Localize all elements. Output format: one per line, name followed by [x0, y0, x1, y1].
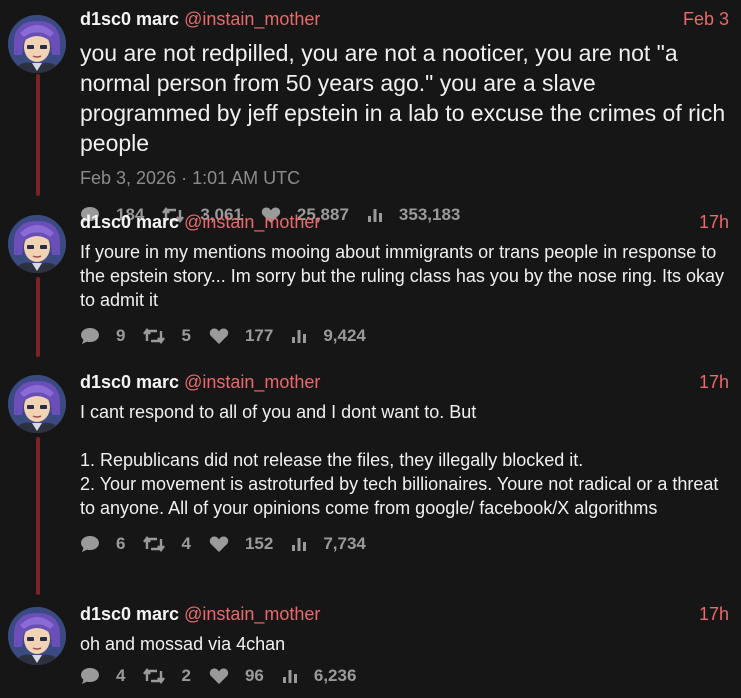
view-count: 7,734	[323, 534, 366, 553]
tweet-time[interactable]: 17h	[699, 604, 729, 625]
author-name[interactable]: d1sc0 marc	[80, 9, 179, 29]
tweet-time[interactable]: 17h	[699, 372, 729, 393]
thread-line	[36, 74, 40, 196]
reply-count: 6	[116, 534, 126, 553]
views-icon	[282, 668, 306, 684]
tweet: d1sc0 marc @instain_mother 17h I cant res…	[80, 372, 729, 554]
tweet-stats: 6 4 152 7,734	[80, 534, 729, 554]
author-handle[interactable]: @instain_mother	[184, 9, 320, 29]
like-count: 177	[244, 326, 274, 345]
tweet-stats: 4 2 96 6,236	[80, 666, 729, 686]
tweet-time[interactable]: 17h	[699, 212, 729, 233]
reply-button[interactable]: 4	[80, 666, 125, 686]
tweet-header: d1sc0 marc @instain_mother Feb 3	[80, 9, 729, 35]
published-date[interactable]: Feb 3, 2026 · 1:01 AM UTC	[80, 168, 729, 189]
like-button[interactable]: 177	[209, 326, 273, 346]
views-button[interactable]: 7,734	[291, 534, 366, 554]
reply-count: 9	[116, 326, 126, 345]
tweet-text: oh and mossad via 4chan	[80, 634, 286, 654]
heart-icon	[209, 667, 237, 685]
view-count: 6,236	[313, 666, 357, 685]
views-icon	[291, 328, 315, 344]
avatar[interactable]	[8, 607, 66, 665]
comment-icon	[80, 667, 108, 685]
author-name[interactable]: d1sc0 marc	[80, 604, 179, 624]
tweet: d1sc0 marc @instain_mother 17h oh and mos…	[80, 604, 729, 686]
avatar[interactable]	[8, 15, 66, 73]
views-icon	[291, 536, 315, 552]
like-button[interactable]: 96	[209, 666, 264, 686]
retweet-icon	[143, 667, 173, 685]
thread-line	[36, 277, 40, 357]
view-count: 9,424	[323, 326, 366, 345]
retweet-icon	[143, 327, 173, 345]
retweet-button[interactable]: 2	[143, 666, 191, 686]
reply-count: 4	[116, 666, 126, 685]
heart-icon	[209, 535, 237, 553]
thread-line	[36, 437, 40, 595]
like-count: 96	[244, 666, 264, 685]
heart-icon	[209, 327, 237, 345]
tweet: d1sc0 marc @instain_mother 17h If youre i…	[80, 212, 729, 346]
reply-button[interactable]: 9	[80, 326, 125, 346]
avatar[interactable]	[8, 215, 66, 273]
tweet-header: d1sc0 marc @instain_mother 17h	[80, 372, 729, 398]
retweet-icon	[143, 535, 173, 553]
like-count: 152	[244, 534, 274, 553]
reply-button[interactable]: 6	[80, 534, 125, 554]
author-name[interactable]: d1sc0 marc	[80, 372, 179, 392]
tweet-header: d1sc0 marc @instain_mother 17h	[80, 604, 729, 630]
retweet-count: 5	[181, 326, 191, 345]
like-button[interactable]: 152	[209, 534, 273, 554]
avatar[interactable]	[8, 375, 66, 433]
retweet-button[interactable]: 5	[143, 326, 191, 346]
author-handle[interactable]: @instain_mother	[184, 212, 320, 232]
tweet-text: If youre in my mentions mooing about imm…	[80, 242, 729, 310]
tweet-header: d1sc0 marc @instain_mother 17h	[80, 212, 729, 238]
tweet-time[interactable]: Feb 3	[683, 9, 729, 30]
tweet-stats: 9 5 177 9,424	[80, 326, 729, 346]
retweet-button[interactable]: 4	[143, 534, 191, 554]
author-name[interactable]: d1sc0 marc	[80, 212, 179, 232]
tweet: d1sc0 marc @instain_mother Feb 3 you are …	[80, 9, 729, 225]
retweet-count: 2	[181, 666, 191, 685]
author-handle[interactable]: @instain_mother	[184, 372, 320, 392]
comment-icon	[80, 535, 108, 553]
retweet-count: 4	[181, 534, 191, 553]
author-handle[interactable]: @instain_mother	[184, 604, 320, 624]
views-button[interactable]: 6,236	[282, 666, 357, 686]
views-button[interactable]: 9,424	[291, 326, 366, 346]
tweet-text: you are not redpilled, you are not a noo…	[80, 40, 732, 156]
tweet-text: I cant respond to all of you and I dont …	[80, 402, 719, 518]
comment-icon	[80, 327, 108, 345]
